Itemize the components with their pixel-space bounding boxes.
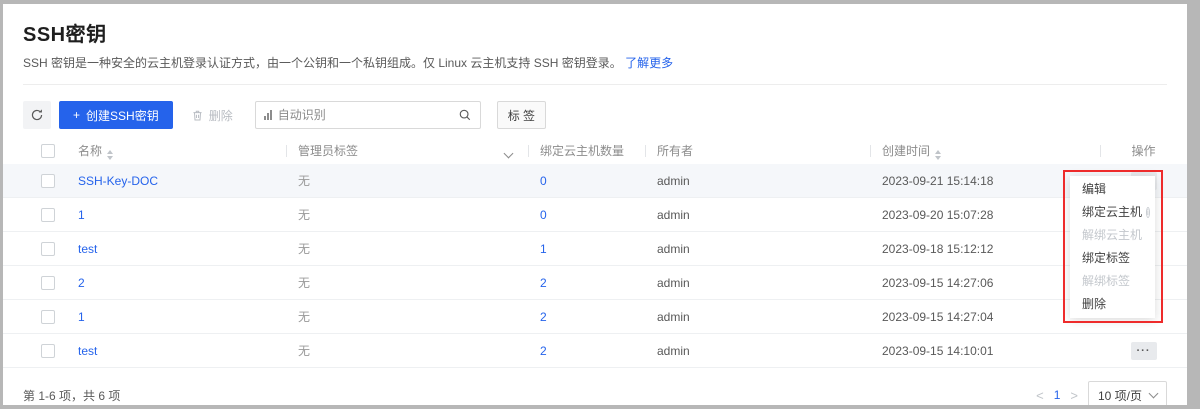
row-checkbox[interactable] xyxy=(41,174,55,188)
row-checkbox[interactable] xyxy=(41,276,55,290)
create-ssh-key-button[interactable]: + 创建SSH密钥 xyxy=(59,101,173,129)
owner-value: admin xyxy=(645,242,870,256)
bound-hosts-link[interactable]: 0 xyxy=(540,208,547,222)
items-summary: 第 1-6 项，共 6 项 xyxy=(23,387,120,404)
bound-hosts-link[interactable]: 2 xyxy=(540,344,547,358)
search-box xyxy=(255,101,481,129)
menu-item-delete[interactable]: 删除 xyxy=(1070,293,1155,316)
menu-item-edit[interactable]: 编辑 xyxy=(1070,178,1155,201)
table-row[interactable]: test 无 1 admin 2023-09-18 15:12:12 xyxy=(3,232,1187,266)
ssh-key-name-link[interactable]: SSH-Key-DOC xyxy=(78,174,158,188)
admin-tag-value: 无 xyxy=(286,342,528,359)
prev-page-icon[interactable]: < xyxy=(1036,388,1044,403)
ssh-key-name-link[interactable]: test xyxy=(78,242,97,256)
created-value: 2023-09-15 14:27:04 xyxy=(870,310,1100,324)
description-text: SSH 密钥是一种安全的云主机登录认证方式，由一个公钥和一个私钥组成。仅 Lin… xyxy=(23,56,622,70)
next-page-icon[interactable]: > xyxy=(1070,388,1078,403)
created-value: 2023-09-15 14:27:06 xyxy=(870,276,1100,290)
table-row[interactable]: 1 无 2 admin 2023-09-15 14:27:04 xyxy=(3,300,1187,334)
chevron-down-icon xyxy=(1149,389,1159,399)
ssh-key-name-link[interactable]: 1 xyxy=(78,310,85,324)
page-size-value: 10 项/页 xyxy=(1098,387,1142,404)
menu-item-bind-tag[interactable]: 绑定标签 xyxy=(1070,247,1155,270)
create-ssh-key-label: 创建SSH密钥 xyxy=(86,107,159,124)
table-footer: 第 1-6 项，共 6 项 < 1 > 10 项/页 xyxy=(3,368,1187,405)
row-checkbox[interactable] xyxy=(41,344,55,358)
search-input[interactable] xyxy=(278,108,452,122)
tag-label: 标 签 xyxy=(508,107,535,124)
table-row[interactable]: test 无 2 admin 2023-09-15 14:10:01 ··· xyxy=(3,334,1187,368)
column-header-created[interactable]: 创建时间 xyxy=(870,142,1100,160)
column-header-name[interactable]: 名称 xyxy=(78,142,286,160)
row-checkbox[interactable] xyxy=(41,242,55,256)
row-actions-menu: 编辑 绑定云主机 i 解绑云主机 绑定标签 解绑标签 删除 xyxy=(1070,176,1155,318)
admin-tag-value: 无 xyxy=(286,172,528,189)
sort-icon[interactable] xyxy=(107,150,113,160)
row-actions-button[interactable]: ··· xyxy=(1131,342,1157,360)
owner-value: admin xyxy=(645,276,870,290)
search-icon[interactable] xyxy=(458,108,472,122)
page-header: SSH密钥 SSH 密钥是一种安全的云主机登录认证方式，由一个公钥和一个私钥组成… xyxy=(3,4,1187,85)
table-row[interactable]: 1 无 0 admin 2023-09-20 15:07:28 xyxy=(3,198,1187,232)
delete-label: 删除 xyxy=(209,107,233,124)
admin-tag-value: 无 xyxy=(286,274,528,291)
column-header-actions: 操作 xyxy=(1100,142,1187,159)
created-value: 2023-09-18 15:12:12 xyxy=(870,242,1100,256)
menu-item-unbind-tag: 解绑标签 xyxy=(1070,270,1155,293)
chevron-down-icon[interactable] xyxy=(504,149,514,159)
owner-value: admin xyxy=(645,208,870,222)
table-row[interactable]: SSH-Key-DOC 无 0 admin 2023-09-21 15:14:1… xyxy=(3,164,1187,198)
column-header-owner: 所有者 xyxy=(645,142,870,159)
created-value: 2023-09-15 14:10:01 xyxy=(870,344,1100,358)
filter-bars-icon[interactable] xyxy=(264,110,272,120)
refresh-button[interactable] xyxy=(23,101,51,129)
bound-hosts-link[interactable]: 2 xyxy=(540,310,547,324)
menu-item-unbind-host: 解绑云主机 xyxy=(1070,224,1155,247)
admin-tag-value: 无 xyxy=(286,240,528,257)
column-header-bound-hosts: 绑定云主机数量 xyxy=(528,142,645,159)
table-header: 名称 管理员标签 绑定云主机数量 所有者 创建时间 操作 xyxy=(3,137,1187,164)
owner-value: admin xyxy=(645,310,870,324)
tag-button[interactable]: 标 签 xyxy=(497,101,546,129)
refresh-icon xyxy=(30,108,44,122)
delete-button[interactable]: 删除 xyxy=(181,101,243,129)
header-checkbox-cell xyxy=(23,144,78,158)
page-size-select[interactable]: 10 项/页 xyxy=(1088,381,1167,405)
admin-tag-value: 无 xyxy=(286,206,528,223)
trash-icon xyxy=(191,109,204,122)
owner-value: admin xyxy=(645,344,870,358)
plus-icon: + xyxy=(73,108,80,122)
toolbar: + 创建SSH密钥 删除 xyxy=(3,85,1187,137)
select-all-checkbox[interactable] xyxy=(41,144,55,158)
ssh-key-page: SSH密钥 SSH 密钥是一种安全的云主机登录认证方式，由一个公钥和一个私钥组成… xyxy=(3,4,1187,405)
sort-icon[interactable] xyxy=(935,150,941,160)
column-header-admin-tag: 管理员标签 xyxy=(286,142,528,159)
bound-hosts-link[interactable]: 0 xyxy=(540,174,547,188)
bound-hosts-link[interactable]: 1 xyxy=(540,242,547,256)
created-value: 2023-09-20 15:07:28 xyxy=(870,208,1100,222)
learn-more-link[interactable]: 了解更多 xyxy=(625,56,673,70)
ssh-key-name-link[interactable]: test xyxy=(78,344,97,358)
bound-hosts-link[interactable]: 2 xyxy=(540,276,547,290)
table-row[interactable]: 2 无 2 admin 2023-09-15 14:27:06 xyxy=(3,266,1187,300)
menu-item-bind-host[interactable]: 绑定云主机 i xyxy=(1070,201,1155,224)
screenshot-frame: SSH密钥 SSH 密钥是一种安全的云主机登录认证方式，由一个公钥和一个私钥组成… xyxy=(0,0,1200,409)
table-body: SSH-Key-DOC 无 0 admin 2023-09-21 15:14:1… xyxy=(3,164,1187,368)
current-page-number[interactable]: 1 xyxy=(1054,388,1061,402)
page-title: SSH密钥 xyxy=(23,18,1167,47)
owner-value: admin xyxy=(645,174,870,188)
ssh-key-name-link[interactable]: 1 xyxy=(78,208,85,222)
pagination: < 1 > 10 项/页 xyxy=(1036,381,1167,405)
page-description: SSH 密钥是一种安全的云主机登录认证方式，由一个公钥和一个私钥组成。仅 Lin… xyxy=(23,54,1167,71)
created-value: 2023-09-21 15:14:18 xyxy=(870,174,1100,188)
ssh-key-name-link[interactable]: 2 xyxy=(78,276,85,290)
info-icon: i xyxy=(1146,207,1150,218)
row-checkbox[interactable] xyxy=(41,208,55,222)
row-checkbox[interactable] xyxy=(41,310,55,324)
admin-tag-value: 无 xyxy=(286,308,528,325)
